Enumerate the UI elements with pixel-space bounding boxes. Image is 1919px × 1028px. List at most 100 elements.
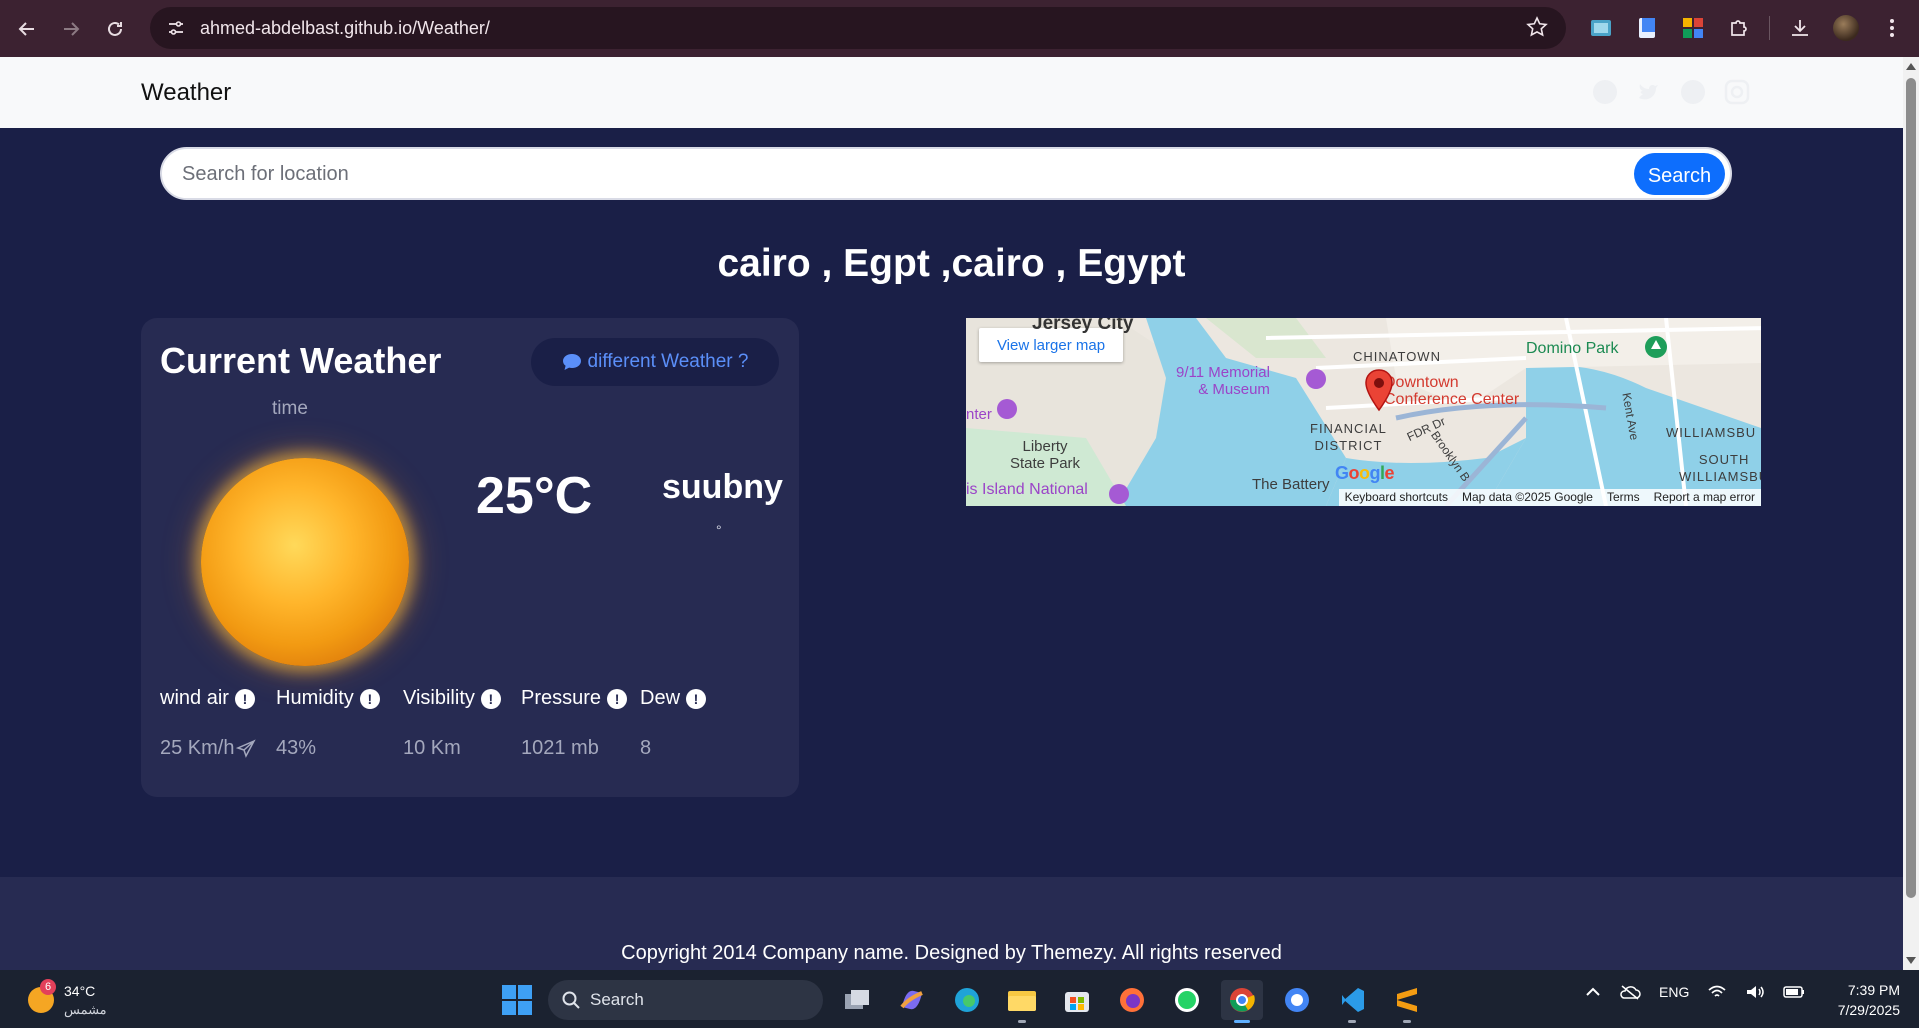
color-extension-icon[interactable] xyxy=(1677,12,1709,44)
scroll-down-arrow[interactable] xyxy=(1906,957,1916,964)
back-button[interactable] xyxy=(5,7,49,51)
report-error-link[interactable]: Report a map error xyxy=(1654,490,1755,505)
google-app-icon[interactable] xyxy=(1276,980,1318,1020)
menu-dots-icon[interactable] xyxy=(1876,12,1908,44)
clock-date: 7/29/2025 xyxy=(1837,1002,1900,1018)
vscode-icon[interactable] xyxy=(1331,980,1373,1023)
map-label-south-williamsburg: SOUTH WILLIAMSBU xyxy=(1679,452,1761,484)
pinned-apps xyxy=(836,980,1428,1023)
current-weather-card: Current Weather different Weather ? time… xyxy=(141,318,799,797)
github-icon[interactable] xyxy=(1680,79,1706,105)
forward-arrow-icon xyxy=(64,21,80,36)
info-icon[interactable]: ! xyxy=(359,688,380,709)
chevron-up-icon[interactable] xyxy=(1585,987,1601,997)
whatsapp-icon[interactable] xyxy=(1166,980,1208,1020)
twitter-icon[interactable] xyxy=(1636,79,1662,105)
map-label-chinatown: CHINATOWN xyxy=(1353,349,1441,364)
volume-icon[interactable] xyxy=(1745,984,1765,1000)
battery-icon[interactable] xyxy=(1783,985,1805,999)
map-label-battery: The Battery xyxy=(1252,476,1330,493)
stat-dew-value: 8 xyxy=(640,737,652,759)
info-icon[interactable]: ! xyxy=(234,688,255,709)
language-indicator[interactable]: ENG xyxy=(1659,984,1689,1000)
stat-visibility-value: 10 Km xyxy=(403,737,461,759)
temperature-value: 25°C xyxy=(476,467,593,525)
site-footer: Copyright 2014 Company name. Designed by… xyxy=(0,877,1903,970)
scroll-thumb[interactable] xyxy=(1906,78,1916,898)
stat-label-text: Visibility xyxy=(403,687,475,709)
download-icon[interactable] xyxy=(1784,12,1816,44)
task-view-icon[interactable] xyxy=(836,980,878,1020)
social-links xyxy=(1592,79,1750,105)
notification-badge: 6 xyxy=(40,979,56,995)
chrome-icon[interactable] xyxy=(1221,980,1263,1023)
weather-widget[interactable]: 6 34°C مشمس xyxy=(24,979,144,1021)
facebook-icon[interactable] xyxy=(1592,79,1618,105)
degree-marker: ° xyxy=(716,522,722,538)
taskbar-search-label: Search xyxy=(590,990,644,1009)
search-icon xyxy=(562,991,580,1009)
instagram-icon[interactable] xyxy=(1724,79,1750,105)
different-weather-button[interactable]: different Weather ? xyxy=(531,338,779,386)
terms-link[interactable]: Terms xyxy=(1607,490,1640,505)
url-text: ahmed-abdelbast.github.io/Weather/ xyxy=(200,17,490,38)
system-tray: ENG xyxy=(1585,984,1805,1000)
widget-condition: مشمس xyxy=(64,1002,107,1017)
stat-label-text: wind air xyxy=(160,687,229,709)
file-explorer-icon[interactable] xyxy=(1001,980,1043,1023)
cloud-sync-icon[interactable] xyxy=(1619,984,1641,1000)
info-icon[interactable]: ! xyxy=(686,688,707,709)
wifi-icon[interactable] xyxy=(1707,984,1727,1000)
docs-extension-icon[interactable] xyxy=(1631,12,1663,44)
brand-title[interactable]: Weather xyxy=(141,79,231,107)
microsoft-store-icon[interactable] xyxy=(1056,980,1098,1020)
site-settings-icon[interactable] xyxy=(156,19,196,37)
info-icon[interactable]: ! xyxy=(480,688,501,709)
map-pin-icon xyxy=(1365,369,1393,412)
copilot-icon[interactable] xyxy=(891,980,933,1020)
extensions-area xyxy=(1585,10,1908,46)
map-label-memorial: 9/11 Memorial & Museum xyxy=(1176,364,1270,398)
site-navbar: Weather xyxy=(0,57,1903,128)
profile-avatar[interactable] xyxy=(1830,12,1862,44)
scroll-up-arrow[interactable] xyxy=(1906,63,1916,70)
stat-pressure-value: 1021 mb xyxy=(521,737,599,759)
page-content: Weather Search cairo , Egpt ,cairo , Egy… xyxy=(0,57,1903,970)
copyright-text: Copyright 2014 Company name. Designed by… xyxy=(621,942,1282,964)
stat-wind-label: wind air! xyxy=(160,687,255,710)
stat-humidity-value: 43% xyxy=(276,737,317,759)
forward-button[interactable] xyxy=(49,7,93,51)
edge-icon[interactable] xyxy=(946,980,988,1020)
search-input[interactable] xyxy=(182,161,1582,187)
sun-weather-icon xyxy=(201,458,409,666)
sublime-icon[interactable] xyxy=(1386,980,1428,1023)
page-scrollbar[interactable] xyxy=(1903,57,1919,970)
address-bar[interactable]: ahmed-abdelbast.github.io/Weather/ xyxy=(150,7,1566,49)
info-icon[interactable]: ! xyxy=(607,688,628,709)
toolbar-separator xyxy=(1769,16,1770,40)
reload-button[interactable] xyxy=(93,7,137,51)
screenshot-extension-icon[interactable] xyxy=(1585,12,1617,44)
location-title: cairo , Egpt ,cairo , Egypt xyxy=(717,242,1186,285)
bookmark-star-icon[interactable] xyxy=(1526,16,1548,43)
back-arrow-icon xyxy=(18,21,34,36)
windows-start-icon[interactable] xyxy=(502,985,532,1015)
keyboard-shortcuts-link[interactable]: Keyboard shortcuts xyxy=(1345,490,1448,505)
widget-temperature: 34°C xyxy=(64,983,96,999)
poi-icon xyxy=(1109,484,1129,504)
card-title: Current Weather xyxy=(160,340,442,381)
comment-icon xyxy=(562,354,581,370)
embedded-map[interactable]: View larger map Jersey City 9/11 Memoria… xyxy=(966,318,1761,506)
map-label-ellis: is Island National xyxy=(966,481,1088,498)
search-button[interactable]: Search xyxy=(1634,153,1725,195)
firefox-icon[interactable] xyxy=(1111,980,1153,1020)
stat-label-text: Humidity xyxy=(276,687,354,709)
taskbar-search[interactable]: Search xyxy=(548,980,823,1020)
browser-toolbar: ahmed-abdelbast.github.io/Weather/ xyxy=(0,0,1919,57)
puzzle-extensions-icon[interactable] xyxy=(1723,12,1755,44)
taskbar-clock[interactable]: 7:39 PM 7/29/2025 xyxy=(1820,980,1900,1020)
different-weather-label: different Weather ? xyxy=(587,351,749,372)
time-label: time xyxy=(272,398,308,419)
map-label-williamsburg: WILLIAMSBU xyxy=(1666,425,1757,440)
stat-humidity-label: Humidity! xyxy=(276,687,380,710)
